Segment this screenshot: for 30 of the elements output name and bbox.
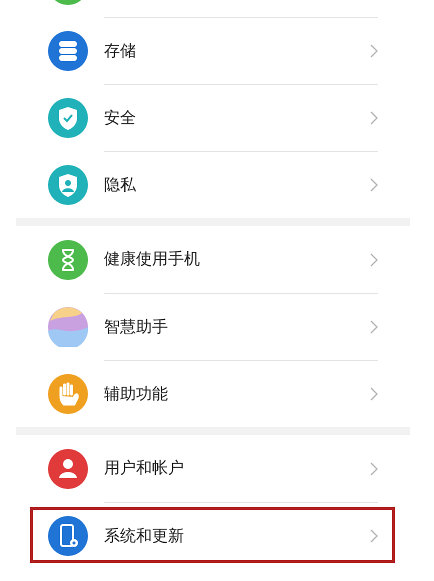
settings-item[interactable]: 智慧助手 bbox=[16, 293, 410, 360]
chevron-icon bbox=[370, 44, 378, 58]
hand-icon bbox=[48, 374, 88, 414]
item-label: 安全 bbox=[104, 108, 137, 128]
item-label: 辅助功能 bbox=[104, 384, 169, 404]
chevron-icon bbox=[370, 462, 378, 476]
item-label: 用户和帐户 bbox=[104, 458, 185, 479]
item-label: 存储 bbox=[104, 40, 137, 62]
chevron-icon bbox=[370, 320, 378, 334]
settings-item[interactable]: 系统和更新 bbox=[16, 502, 410, 569]
item-label: 健康使用手机 bbox=[104, 249, 201, 270]
settings-item[interactable]: 存储 bbox=[16, 17, 410, 84]
chevron-icon bbox=[370, 252, 378, 266]
storage-icon bbox=[48, 30, 88, 70]
item-label: 智慧助手 bbox=[104, 316, 169, 338]
person-icon bbox=[48, 448, 88, 488]
item-label: 系统和更新 bbox=[104, 526, 185, 546]
chevron-icon bbox=[370, 178, 378, 192]
shield-person-icon bbox=[48, 164, 88, 204]
phone-gear-icon bbox=[48, 516, 88, 556]
hourglass-icon bbox=[48, 240, 88, 280]
chevron-icon bbox=[370, 387, 378, 401]
settings-item[interactable]: 安全 bbox=[16, 84, 410, 151]
gradient-orb-icon bbox=[48, 306, 88, 346]
settings-item[interactable]: 用户和帐户 bbox=[16, 435, 410, 502]
item-label: 隐私 bbox=[104, 174, 137, 196]
settings-item[interactable]: 健康使用手机 bbox=[16, 226, 410, 293]
chevron-icon bbox=[370, 529, 378, 543]
shield-check-icon bbox=[48, 98, 88, 138]
chevron-icon bbox=[370, 111, 378, 125]
